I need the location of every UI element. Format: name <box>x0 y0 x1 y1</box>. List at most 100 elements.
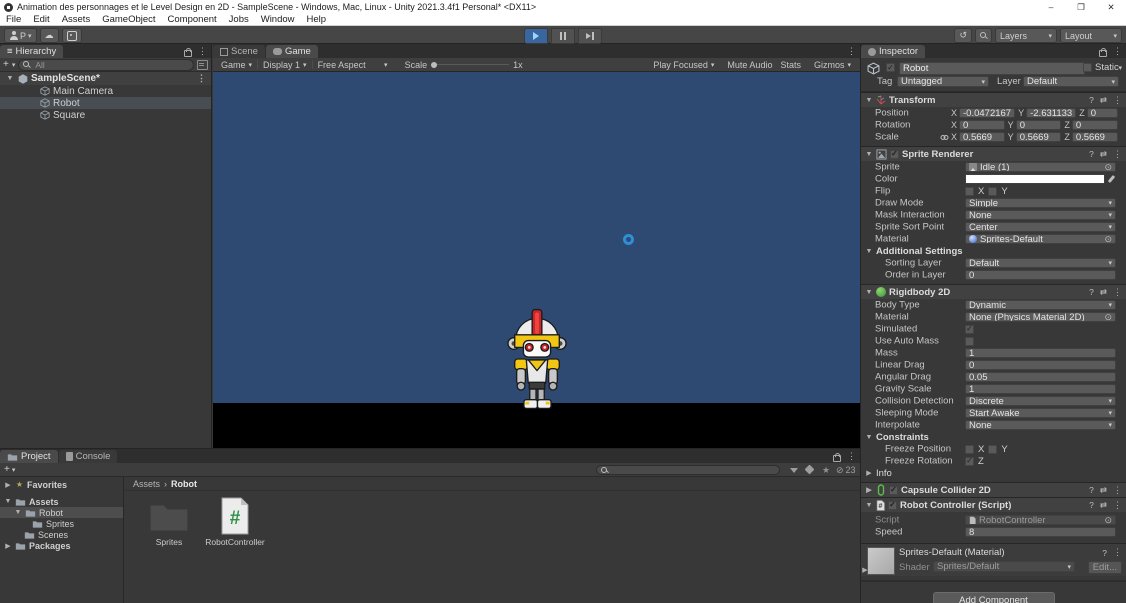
hierarchy-item-main-camera[interactable]: Main Camera <box>0 85 211 97</box>
search-button[interactable] <box>975 28 992 43</box>
layout-dropdown[interactable]: Layout ▾ <box>1060 28 1122 43</box>
foldout-open-icon[interactable]: ▼ <box>6 75 14 82</box>
component-enabled-checkbox[interactable]: ✓ <box>889 486 898 495</box>
angular-drag-field[interactable]: 0.05 <box>965 372 1116 382</box>
foldout-open-icon[interactable]: ▼ <box>865 434 873 441</box>
help-icon[interactable]: ? <box>1089 485 1094 495</box>
help-icon[interactable]: ? <box>1102 548 1107 558</box>
search-by-label-icon[interactable] <box>806 465 813 475</box>
mute-audio-toggle[interactable]: Mute Audio <box>727 60 772 70</box>
object-picker-icon[interactable]: ⊙ <box>1104 234 1112 244</box>
asset-sprites-folder[interactable]: Sprites <box>137 495 201 547</box>
freeze-z-checkbox[interactable]: ✓ <box>965 457 974 466</box>
material-preview[interactable] <box>867 547 895 575</box>
kebab-menu-icon[interactable]: ⋮ <box>198 46 207 57</box>
rigidbody-header[interactable]: ▼ Rigidbody 2D ? ⇄ ⋮ <box>861 284 1126 299</box>
project-search[interactable] <box>596 465 780 475</box>
freeze-y-checkbox[interactable] <box>988 445 997 454</box>
sleeping-mode-dropdown[interactable]: Start Awake▾ <box>965 408 1116 418</box>
freeze-x-checkbox[interactable] <box>965 445 974 454</box>
preset-icon[interactable]: ⇄ <box>1100 287 1107 298</box>
hierarchy-scene-row[interactable]: ▼ SampleScene* ⋮ <box>0 72 211 85</box>
favorite-search-icon[interactable]: ★ <box>822 465 830 476</box>
linear-drag-field[interactable]: 0 <box>965 360 1116 370</box>
position-x-field[interactable]: -0.0472167 <box>959 108 1015 118</box>
lock-icon[interactable] <box>833 455 841 462</box>
active-checkbox[interactable]: ✓ <box>886 63 895 72</box>
foldout-closed-icon[interactable]: ▶ <box>4 542 12 550</box>
display-dropdown[interactable]: Display 1 ▾ <box>258 60 312 70</box>
kebab-menu-icon[interactable]: ⋮ <box>197 73 206 84</box>
account-button[interactable]: P ▾ <box>4 28 37 43</box>
maximize-button[interactable]: ❐ <box>1066 0 1096 14</box>
component-enabled-checkbox[interactable]: ✓ <box>890 150 899 159</box>
foldout-open-icon[interactable]: ▼ <box>865 289 873 296</box>
tab-project[interactable]: Project <box>0 450 58 463</box>
layer-dropdown[interactable]: Default▾ <box>1023 76 1119 87</box>
kebab-menu-icon[interactable]: ⋮ <box>847 46 856 57</box>
foldout-open-icon[interactable]: ▼ <box>865 502 873 509</box>
kebab-menu-icon[interactable]: ⋮ <box>1113 46 1122 57</box>
kebab-menu-icon[interactable]: ⋮ <box>847 451 856 462</box>
tree-packages[interactable]: ▶ Packages <box>0 540 123 551</box>
object-picker-icon[interactable]: ⊙ <box>1104 515 1112 525</box>
body-type-dropdown[interactable]: Dynamic▾ <box>965 300 1116 310</box>
scale-slider-track[interactable] <box>431 64 509 65</box>
shader-dropdown[interactable]: Sprites/Default▾ <box>933 561 1075 572</box>
foldout-closed-icon[interactable]: ▶ <box>865 469 873 477</box>
help-icon[interactable]: ? <box>1089 149 1094 159</box>
gameobject-cube-icon[interactable] <box>867 62 880 75</box>
sort-point-dropdown[interactable]: Center▾ <box>965 222 1116 232</box>
link-icon[interactable] <box>940 134 949 141</box>
search-by-type-icon[interactable] <box>790 465 798 475</box>
tab-console[interactable]: Console <box>59 450 118 463</box>
gravity-scale-field[interactable]: 1 <box>965 384 1116 394</box>
speed-field[interactable]: 8 <box>965 527 1116 537</box>
static-dropdown-icon[interactable]: ▾ <box>1118 64 1122 72</box>
sprite-renderer-header[interactable]: ▼ ✓ Sprite Renderer ? ⇄ ⋮ <box>861 146 1126 161</box>
layers-dropdown[interactable]: Layers ▾ <box>995 28 1057 43</box>
preset-icon[interactable]: ⇄ <box>1100 95 1107 106</box>
rotation-z-field[interactable]: 0 <box>1072 120 1118 130</box>
interpolate-dropdown[interactable]: None▾ <box>965 420 1116 430</box>
close-button[interactable]: ✕ <box>1096 0 1126 14</box>
color-swatch[interactable] <box>965 174 1105 184</box>
menu-assets[interactable]: Assets <box>56 14 97 25</box>
auto-mass-checkbox[interactable] <box>965 337 974 346</box>
position-y-field[interactable]: -2.631133 <box>1026 108 1076 118</box>
play-focused-dropdown[interactable]: Play Focused ▾ <box>648 60 719 70</box>
object-picker-icon[interactable]: ⊙ <box>1104 312 1112 322</box>
hierarchy-item-robot[interactable]: Robot <box>0 97 211 109</box>
minimize-button[interactable]: – <box>1036 0 1066 14</box>
help-icon[interactable]: ? <box>1089 95 1094 105</box>
pause-button[interactable] <box>551 28 575 44</box>
step-button[interactable] <box>578 28 602 44</box>
play-button[interactable] <box>524 28 548 44</box>
hierarchy-search[interactable] <box>18 59 194 71</box>
component-enabled-checkbox[interactable]: ✓ <box>888 501 897 510</box>
kebab-menu-icon[interactable]: ⋮ <box>1113 149 1122 160</box>
menu-jobs[interactable]: Jobs <box>223 14 255 25</box>
cloud-button[interactable]: ☁ <box>40 28 59 43</box>
tree-favorites[interactable]: ▶ ★ Favorites <box>0 479 123 490</box>
preset-icon[interactable]: ⇄ <box>1100 485 1107 496</box>
lock-icon[interactable] <box>1099 50 1107 57</box>
stats-toggle[interactable]: Stats <box>780 60 801 70</box>
foldout-closed-icon[interactable]: ▶ <box>4 481 12 489</box>
tab-hierarchy[interactable]: ≡ Hierarchy <box>0 45 63 58</box>
position-z-field[interactable]: 0 <box>1087 108 1118 118</box>
sprite-object-field[interactable]: Idle (1) ⊙ <box>965 162 1116 172</box>
preset-icon[interactable]: ⇄ <box>1100 149 1107 160</box>
kebab-menu-icon[interactable]: ⋮ <box>1113 95 1122 106</box>
kebab-menu-icon[interactable]: ⋮ <box>1113 500 1122 511</box>
menu-gameobject[interactable]: GameObject <box>96 14 161 25</box>
foldout-open-icon[interactable]: ▼ <box>4 498 12 505</box>
menu-file[interactable]: File <box>0 14 27 25</box>
help-icon[interactable]: ? <box>1089 500 1094 510</box>
tab-game[interactable]: Game <box>266 45 318 58</box>
gizmos-dropdown[interactable]: Gizmos ▾ <box>809 60 856 70</box>
material-object-field[interactable]: Sprites-Default ⊙ <box>965 234 1116 244</box>
create-asset-button[interactable]: + <box>4 464 10 475</box>
info-row[interactable]: ▶Info <box>861 467 1126 479</box>
project-search-input[interactable] <box>611 464 775 476</box>
